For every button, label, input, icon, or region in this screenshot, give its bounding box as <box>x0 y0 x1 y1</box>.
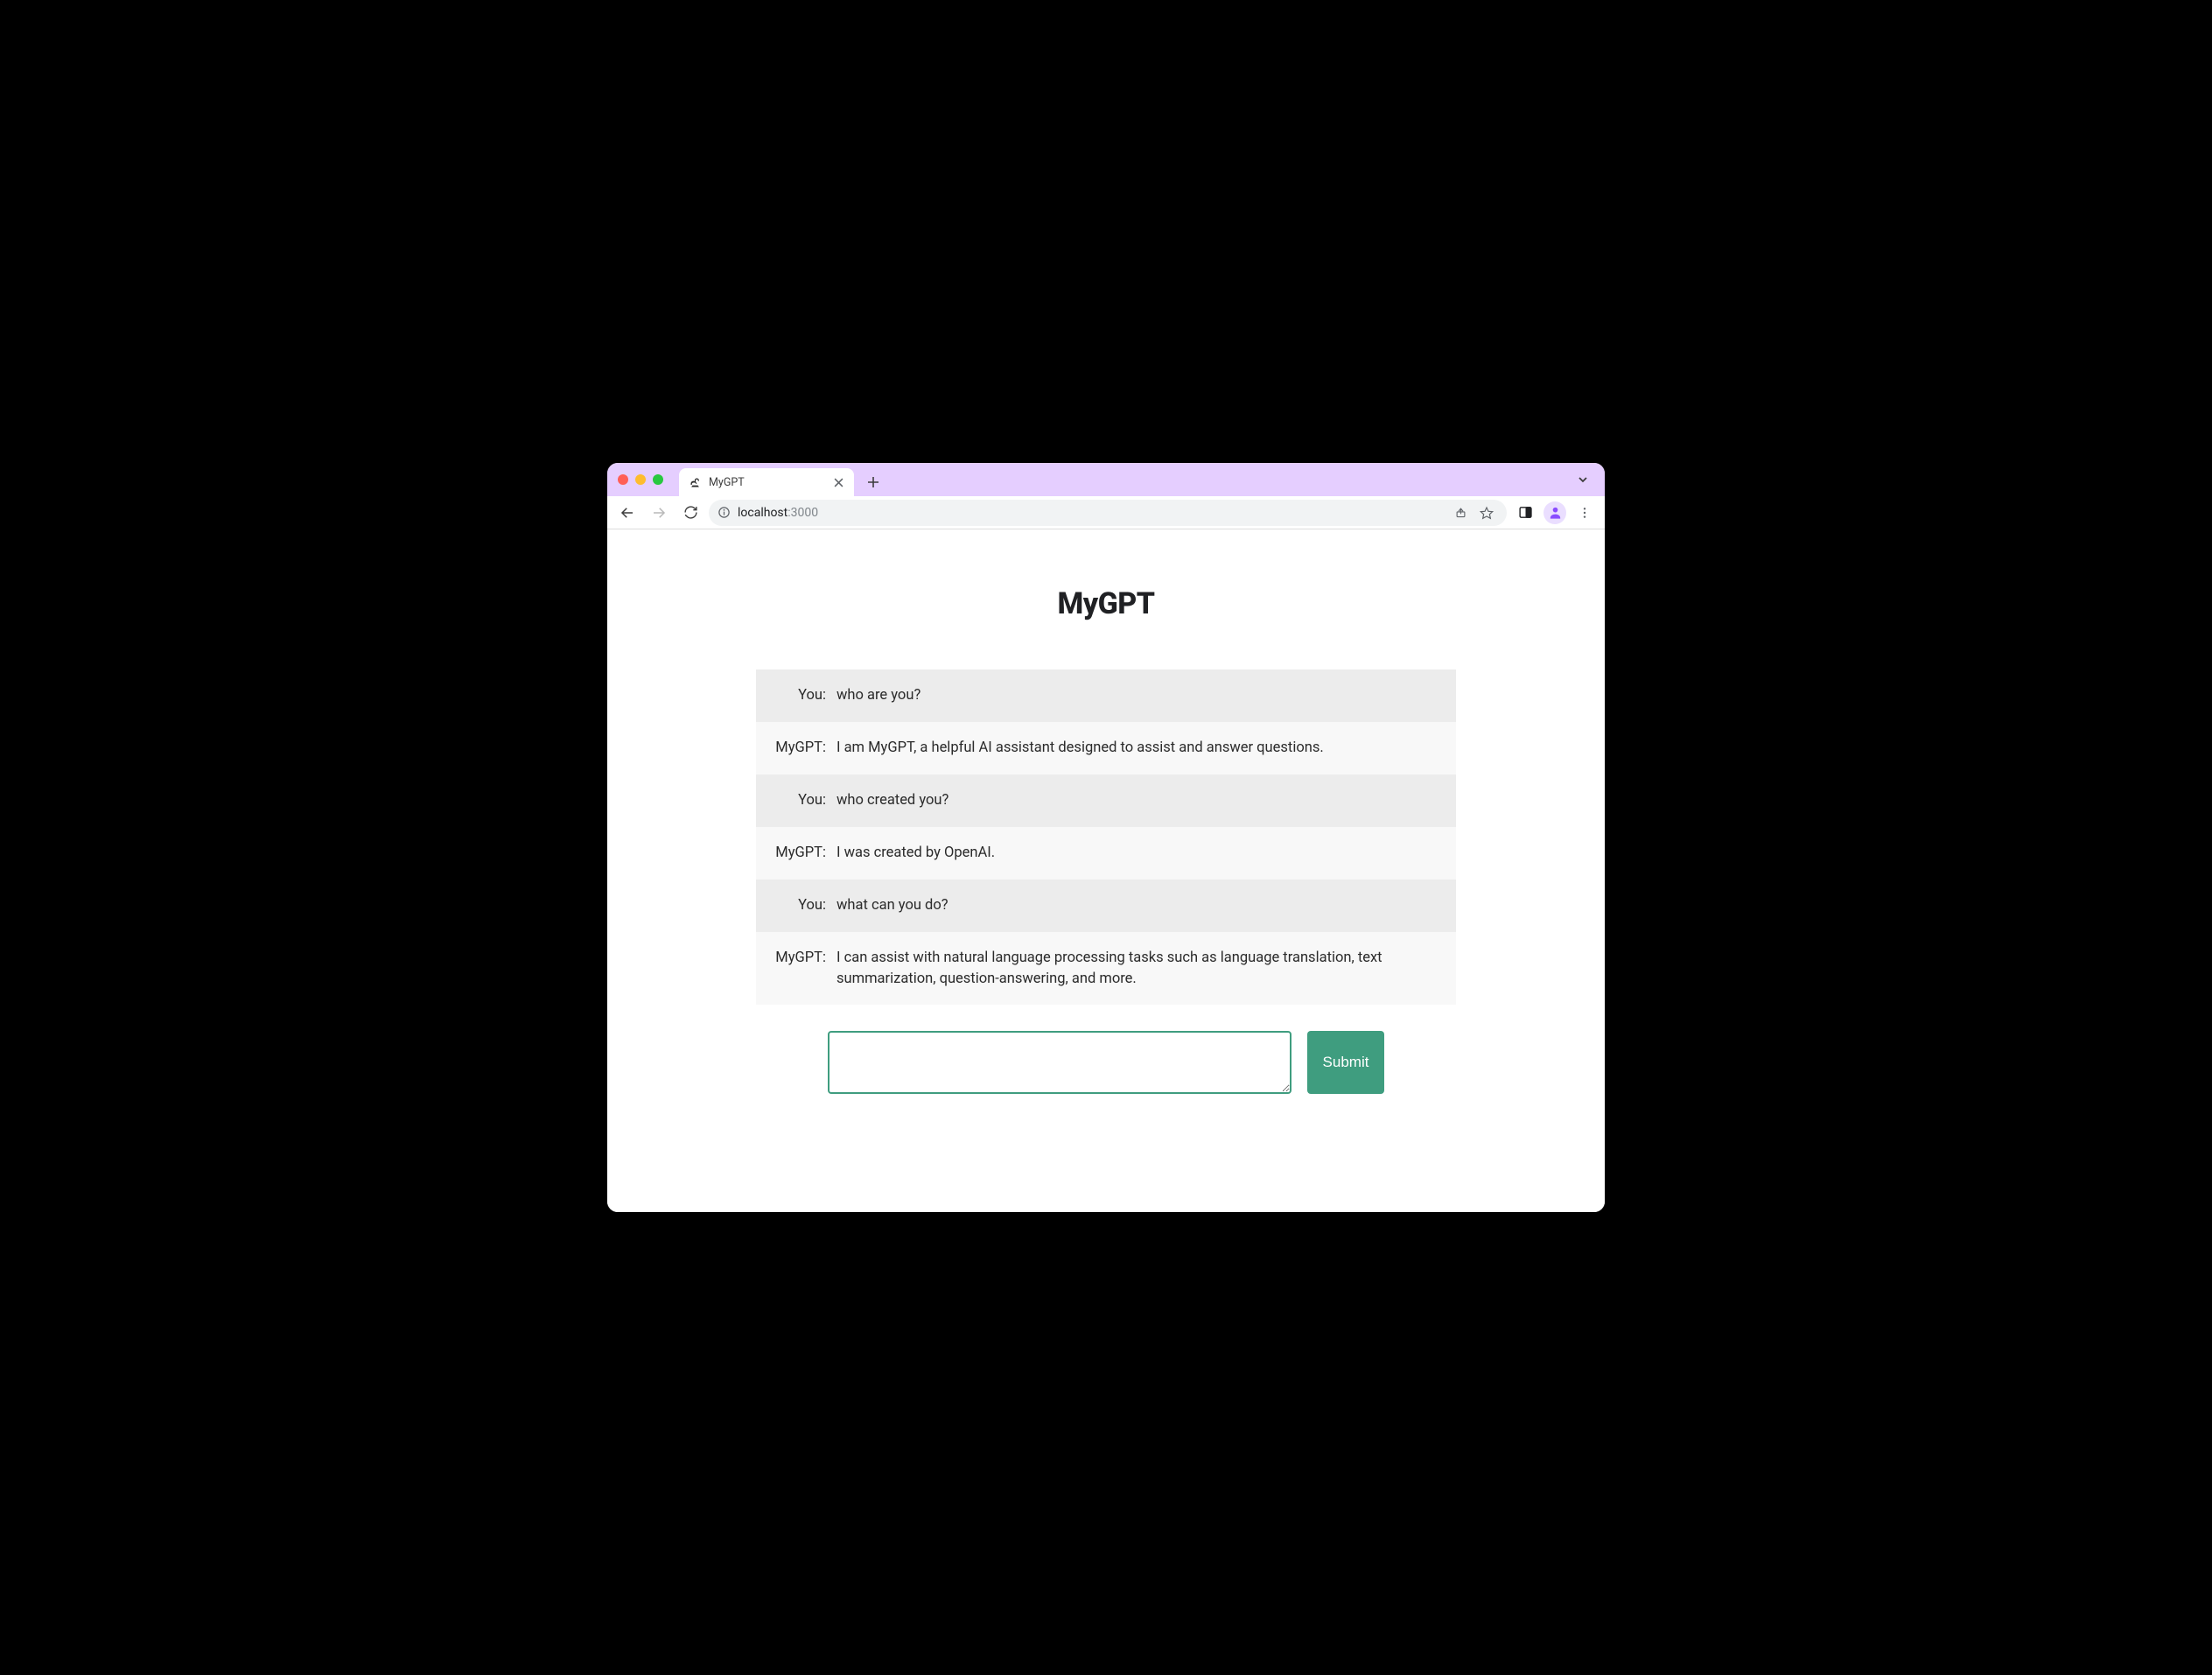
submit-button[interactable]: Submit <box>1307 1031 1385 1094</box>
tabs-menu-button[interactable] <box>1577 463 1594 496</box>
chat-message: MyGPT: I was created by OpenAI. <box>756 827 1456 880</box>
input-row: Submit <box>756 1031 1456 1094</box>
site-info-icon[interactable] <box>718 506 731 519</box>
close-window-button[interactable] <box>618 474 628 485</box>
browser-window: MyGPT localhost:3000 <box>607 463 1605 1212</box>
bookmark-icon[interactable] <box>1475 501 1498 524</box>
message-text: I am MyGPT, a helpful AI assistant desig… <box>836 738 1438 759</box>
forward-button[interactable] <box>646 500 672 526</box>
chat-message: MyGPT: I can assist with natural languag… <box>756 932 1456 1006</box>
address-bar[interactable]: localhost:3000 <box>709 500 1507 526</box>
kebab-menu-icon[interactable] <box>1572 500 1598 526</box>
message-role-label: You: <box>765 895 826 916</box>
message-text: I was created by OpenAI. <box>836 843 1438 864</box>
page-title: MyGPT <box>756 586 1456 621</box>
back-button[interactable] <box>614 500 640 526</box>
message-role-label: You: <box>765 685 826 706</box>
prompt-input[interactable] <box>828 1031 1292 1094</box>
chat-messages: You: who are you? MyGPT: I am MyGPT, a h… <box>756 669 1456 1005</box>
message-role-label: MyGPT: <box>765 948 826 990</box>
message-text: what can you do? <box>836 895 1438 916</box>
address-text: localhost:3000 <box>738 506 818 520</box>
reload-button[interactable] <box>677 500 704 526</box>
message-text: I can assist with natural language proce… <box>836 948 1438 990</box>
share-icon[interactable] <box>1449 501 1472 524</box>
browser-tab[interactable]: MyGPT <box>679 468 854 496</box>
tab-title: MyGPT <box>709 476 825 489</box>
message-text: who are you? <box>836 685 1438 706</box>
window-controls <box>618 463 679 496</box>
page-content: MyGPT You: who are you? MyGPT: I am MyGP… <box>607 529 1605 1212</box>
new-tab-button[interactable] <box>861 470 886 494</box>
message-text: who created you? <box>836 790 1438 811</box>
browser-toolbar: localhost:3000 <box>607 496 1605 529</box>
message-role-label: MyGPT: <box>765 843 826 864</box>
tab-favicon <box>688 475 702 489</box>
message-role-label: MyGPT: <box>765 738 826 759</box>
chat-message: MyGPT: I am MyGPT, a helpful AI assistan… <box>756 722 1456 774</box>
minimize-window-button[interactable] <box>635 474 646 485</box>
side-panel-icon[interactable] <box>1512 500 1538 526</box>
fullscreen-window-button[interactable] <box>653 474 663 485</box>
chat-message: You: who created you? <box>756 774 1456 827</box>
profile-avatar[interactable] <box>1544 501 1566 524</box>
close-tab-icon[interactable] <box>832 478 845 487</box>
tab-strip: MyGPT <box>607 463 1605 496</box>
chat-message: You: who are you? <box>756 669 1456 722</box>
chat-message: You: what can you do? <box>756 880 1456 932</box>
message-role-label: You: <box>765 790 826 811</box>
